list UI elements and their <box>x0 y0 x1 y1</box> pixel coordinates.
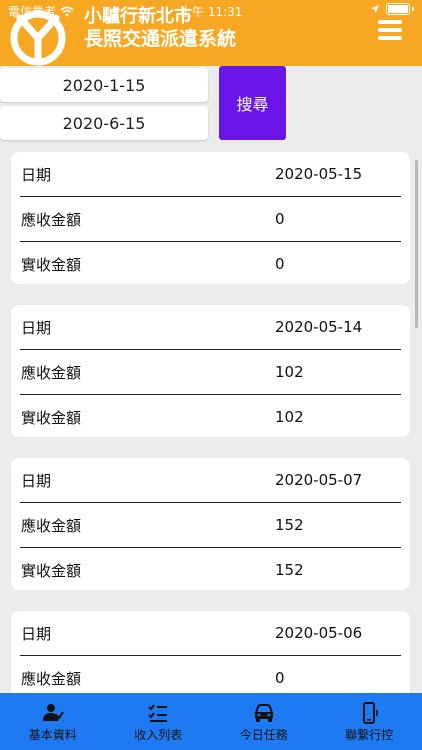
date-value: 2020-05-06 <box>275 624 363 642</box>
menu-bar <box>378 20 402 24</box>
tab-label: 收入列表 <box>134 728 183 742</box>
app-title-line1: 小驢行新北市 <box>84 6 192 27</box>
app-title: 小驢行新北市 長照交通派遣系統 <box>84 6 236 50</box>
search-button[interactable]: 搜尋 <box>219 66 286 140</box>
bottom-tab-bar: 基本資料 收入列表 今日任務 聯繫行控 <box>0 693 422 750</box>
amount-due-value: 152 <box>275 516 304 534</box>
end-date-field[interactable]: 2020-6-15 <box>0 106 208 140</box>
date-value: 2020-05-15 <box>275 165 363 183</box>
amount-received-label: 實收金額 <box>21 408 82 427</box>
tab-label: 聯繫行控 <box>345 728 394 742</box>
amount-due-label: 應收金額 <box>21 210 82 229</box>
tab-basic-info[interactable]: 基本資料 <box>3 693 103 750</box>
date-label: 日期 <box>21 165 52 184</box>
amount-due-value: 0 <box>275 669 285 687</box>
tab-today-tasks[interactable]: 今日任務 <box>214 693 314 750</box>
location-arrow-icon <box>371 5 379 13</box>
menu-bar <box>378 28 402 32</box>
amount-received-value: 152 <box>275 561 304 579</box>
amount-received-row: 實收金額 152 <box>20 548 401 592</box>
tab-income-list[interactable]: 收入列表 <box>108 693 208 750</box>
tab-label: 今日任務 <box>239 728 288 742</box>
amount-received-label: 實收金額 <box>21 561 82 580</box>
date-row: 日期 2020-05-15 <box>20 152 401 197</box>
battery-icon <box>386 3 410 15</box>
car-icon <box>254 704 274 722</box>
scrollbar[interactable] <box>415 160 418 328</box>
date-row: 日期 2020-05-06 <box>20 611 401 656</box>
battery-tip <box>412 7 414 11</box>
amount-received-row: 實收金額 0 <box>20 242 401 286</box>
hamburger-menu-icon[interactable] <box>378 20 402 40</box>
amount-due-row: 應收金額 0 <box>20 197 401 242</box>
tab-contact-control[interactable]: 聯繫行控 <box>319 693 419 750</box>
amount-due-value: 102 <box>275 363 304 381</box>
date-value: 2020-05-14 <box>275 318 363 336</box>
date-value: 2020-05-07 <box>275 471 363 489</box>
amount-due-row: 應收金額 152 <box>20 503 401 548</box>
amount-received-label: 實收金額 <box>21 255 82 274</box>
menu-bar <box>378 36 402 40</box>
status-indicators <box>370 3 414 15</box>
date-label: 日期 <box>21 471 52 490</box>
user-card-icon <box>42 704 64 721</box>
amount-due-row: 應收金額 102 <box>20 350 401 395</box>
tab-label: 基本資料 <box>28 728 77 742</box>
start-date-field[interactable]: 2020-1-15 <box>0 68 208 102</box>
checklist-icon <box>148 704 168 722</box>
app-header: 電信業者 上午 11:31 小驢行新北市 長照交通派遣系統 <box>0 0 422 66</box>
app-logo-icon <box>10 10 66 66</box>
date-label: 日期 <box>21 318 52 337</box>
amount-due-label: 應收金額 <box>21 516 82 535</box>
date-label: 日期 <box>21 624 52 643</box>
income-card: 日期 2020-05-14 應收金額 102 實收金額 102 <box>11 305 410 437</box>
income-card: 日期 2020-05-07 應收金額 152 實收金額 152 <box>11 458 410 590</box>
amount-received-value: 0 <box>275 255 285 273</box>
phone-vibrate-icon <box>363 702 379 724</box>
income-card: 日期 2020-05-15 應收金額 0 實收金額 0 <box>11 152 410 284</box>
amount-due-label: 應收金額 <box>21 669 82 688</box>
amount-received-value: 102 <box>275 408 304 426</box>
amount-due-label: 應收金額 <box>21 363 82 382</box>
amount-due-value: 0 <box>275 210 285 228</box>
app-title-line2: 長照交通派遣系統 <box>84 28 237 50</box>
date-row: 日期 2020-05-14 <box>20 305 401 350</box>
amount-received-row: 實收金額 102 <box>20 395 401 439</box>
date-row: 日期 2020-05-07 <box>20 458 401 503</box>
